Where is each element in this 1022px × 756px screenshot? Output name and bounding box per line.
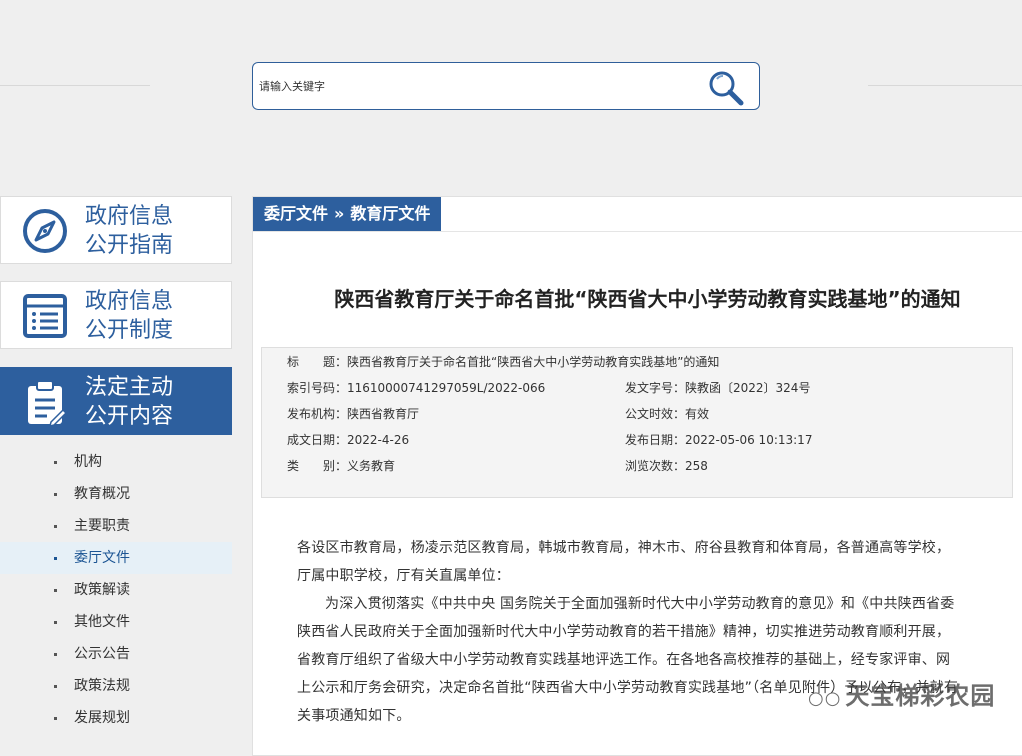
search-button[interactable] (705, 67, 747, 107)
sidebar-card-label: 政府信息 公开制度 (85, 289, 174, 343)
sidebar-item-planning[interactable]: 发展规划 (0, 702, 232, 734)
meta-view-count: 浏览次数：258 (625, 459, 708, 473)
breadcrumb-link-education-docs[interactable]: 教育厅文件 (350, 204, 430, 223)
clipboard-icon (28, 380, 68, 426)
sidebar-card-label: 法定主动 公开内容 (85, 375, 174, 429)
header-divider-right (868, 85, 1022, 86)
breadcrumb-separator: » (334, 204, 345, 223)
sidebar-item-jigou[interactable]: 机构 (0, 446, 232, 478)
meta-category: 类 别：义务教育 (287, 459, 396, 473)
watermark-text: 天宝梯彩农园 (845, 682, 996, 710)
sidebar-item-regulations[interactable]: 政策法规 (0, 670, 232, 702)
sidebar-item-other-files[interactable]: 其他文件 (0, 606, 232, 638)
meta-published-date: 发布日期：2022-05-06 10:13:17 (625, 433, 813, 447)
sidebar-card-guide[interactable]: 政府信息 公开指南 (0, 196, 232, 264)
page-title: 陕西省教育厅关于命名首批“陕西省大中小学劳动教育实践基地”的通知 (334, 287, 961, 311)
meta-document-number: 发文字号：陕教函〔2022〕324号 (625, 381, 811, 395)
sidebar-item-duties[interactable]: 主要职责 (0, 510, 232, 542)
wechat-bubble-icon: ○○ (808, 688, 842, 709)
watermark: ○○ 天宝梯彩农园 (808, 676, 995, 711)
search-input[interactable] (259, 73, 689, 99)
sidebar-item-policy-interpretation[interactable]: 政策解读 (0, 574, 232, 606)
meta-index-number: 索引号码：11610000741297059L/2022-066 (287, 381, 546, 395)
sidebar-item-documents[interactable]: 委厅文件 (0, 542, 232, 574)
sidebar-card-system[interactable]: 政府信息 公开制度 (0, 281, 232, 349)
header-divider-left (0, 85, 150, 86)
sidebar-card-label: 政府信息 公开指南 (85, 204, 174, 258)
sidebar-nav: 机构 教育概况 主要职责 委厅文件 政策解读 其他文件 公示公告 政策法规 发展… (0, 446, 232, 734)
sidebar-item-overview[interactable]: 教育概况 (0, 478, 232, 510)
main-content: 委厅文件 » 教育厅文件 陕西省教育厅关于命名首批“陕西省大中小学劳动教育实践基地”… (252, 196, 1022, 756)
breadcrumb-bar: 委厅文件 » 教育厅文件 (253, 197, 1022, 232)
meta-created-date: 成文日期：2022-4-26 (287, 433, 410, 447)
list-document-icon (23, 294, 67, 338)
search-bar (252, 62, 760, 110)
sidebar-card-active-content[interactable]: 法定主动 公开内容 (0, 367, 232, 435)
search-icon (709, 71, 744, 106)
breadcrumb-link-committee-docs[interactable]: 委厅文件 (264, 204, 328, 223)
sidebar-item-announcements[interactable]: 公示公告 (0, 638, 232, 670)
compass-icon (23, 209, 67, 253)
meta-issuer: 发布机构：陕西省教育厅 (287, 407, 420, 421)
breadcrumb: 委厅文件 » 教育厅文件 (253, 197, 442, 231)
document-meta-table: 标 题：陕西省教育厅关于命名首批“陕西省大中小学劳动教育实践基地”的通知 索引号… (261, 347, 1013, 498)
meta-validity: 公文时效：有效 (625, 407, 710, 421)
meta-title: 标 题：陕西省教育厅关于命名首批“陕西省大中小学劳动教育实践基地”的通知 (287, 355, 720, 369)
body-paragraph: 各设区市教育局，杨凌示范区教育局，韩城市教育局，神木市、府谷县教育和体育局，各普… (297, 540, 951, 584)
